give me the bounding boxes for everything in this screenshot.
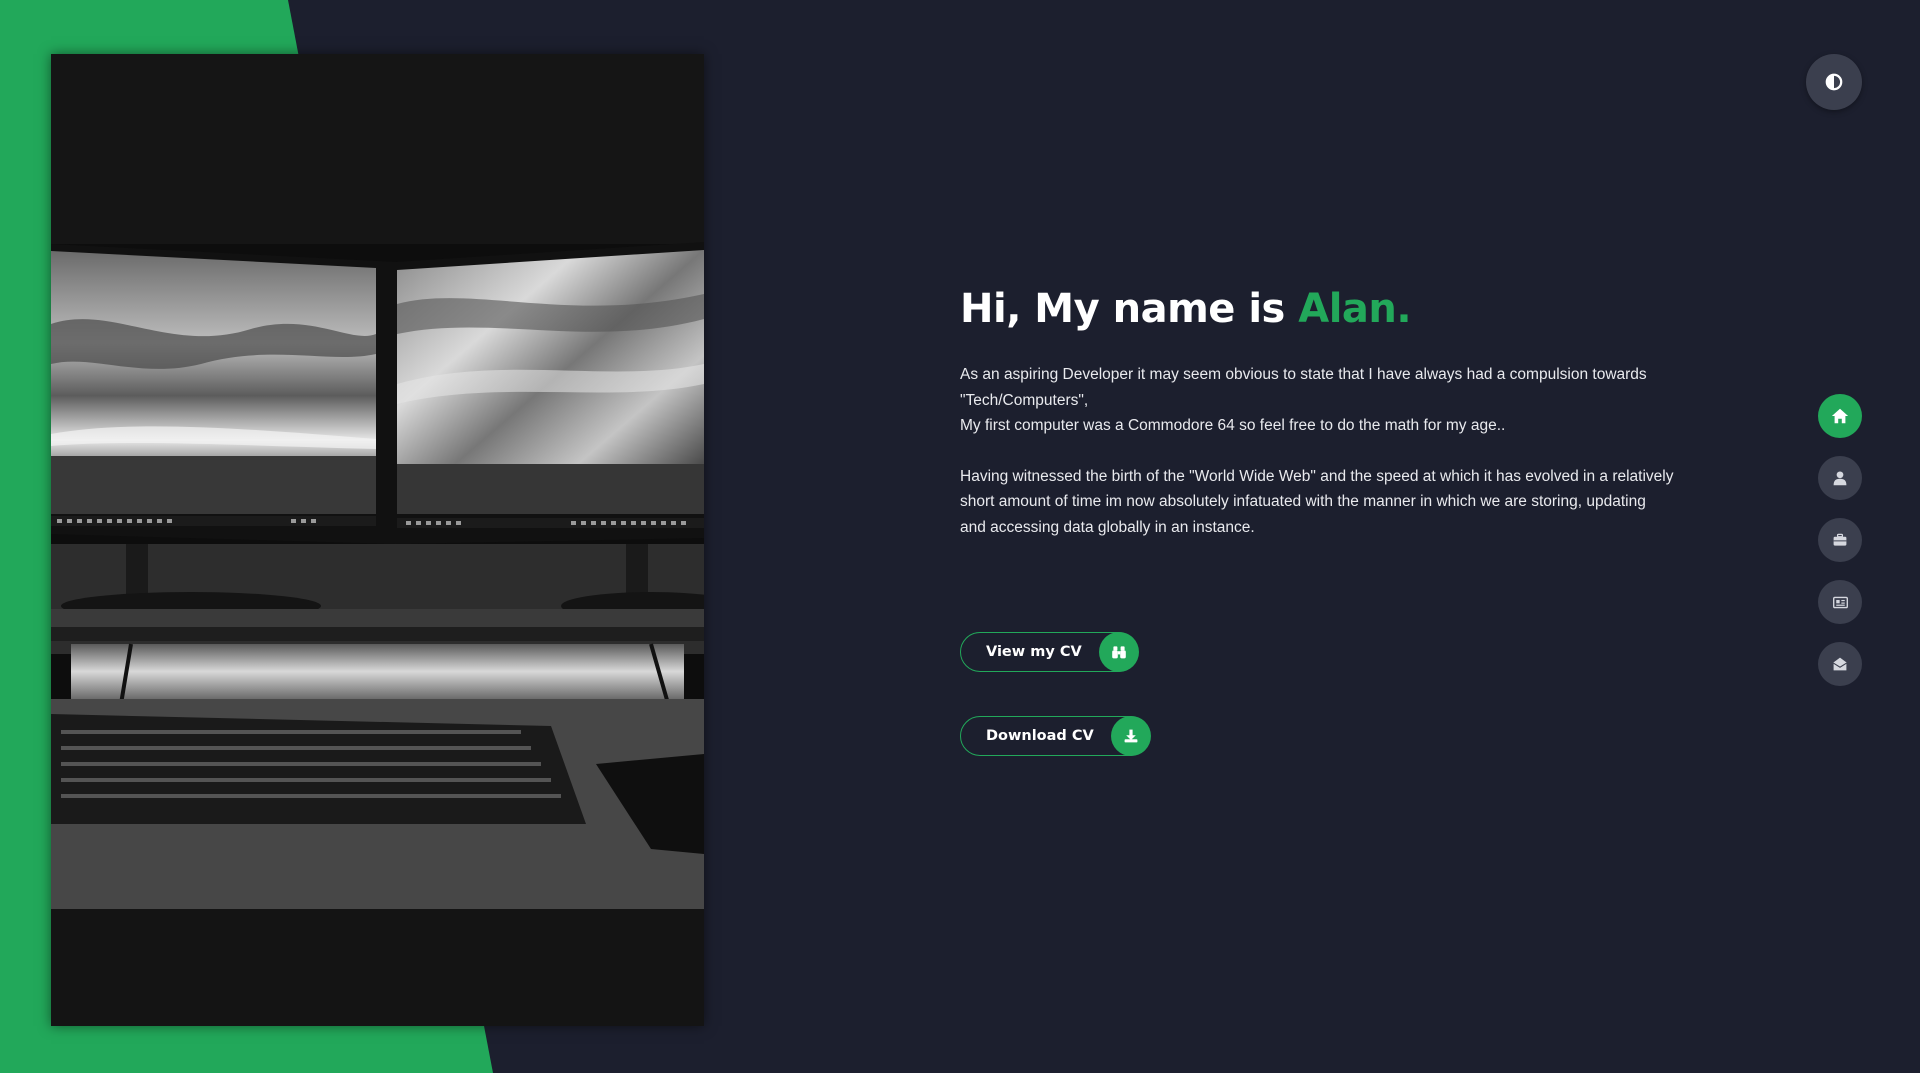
contrast-icon — [1825, 73, 1843, 91]
nav-item-contact[interactable] — [1818, 642, 1862, 686]
hero-photo — [51, 54, 704, 1026]
download-cv-button[interactable]: Download CV — [960, 715, 1151, 756]
intro-line: Having witnessed the birth of the "World… — [960, 467, 1674, 485]
hero-headline: Hi, My name is Alan. — [960, 280, 1700, 338]
newspaper-icon — [1832, 596, 1848, 608]
nav-item-home[interactable] — [1818, 394, 1862, 438]
intro-line: "Tech/Computers", — [960, 391, 1089, 409]
intro-paragraph-2: Having witnessed the birth of the "World… — [960, 464, 1700, 541]
binoculars-icon — [1098, 631, 1139, 672]
home-icon — [1831, 408, 1849, 424]
download-icon — [1110, 715, 1151, 756]
nav-item-about[interactable] — [1818, 456, 1862, 500]
briefcase-icon — [1833, 533, 1847, 546]
view-cv-button[interactable]: View my CV — [960, 631, 1139, 672]
nav-item-portfolio[interactable] — [1818, 518, 1862, 562]
view-cv-label: View my CV — [986, 644, 1082, 660]
download-cv-label: Download CV — [986, 728, 1094, 744]
intro-paragraph-1: As an aspiring Developer it may seem obv… — [960, 362, 1700, 439]
intro-line: As an aspiring Developer it may seem obv… — [960, 366, 1647, 383]
page: Hi, My name is Alan. As an aspiring Deve… — [0, 0, 1920, 1073]
hero-content: Hi, My name is Alan. As an aspiring Deve… — [960, 280, 1700, 540]
theme-toggle-button[interactable] — [1806, 54, 1862, 110]
side-navigation — [1818, 394, 1862, 704]
name-text: Alan. — [1298, 286, 1412, 332]
envelope-open-icon — [1833, 657, 1847, 671]
intro-line: My first computer was a Commodore 64 so … — [960, 417, 1506, 434]
nav-item-blog[interactable] — [1818, 580, 1862, 624]
intro-line: and accessing data globally in an instan… — [960, 518, 1255, 536]
user-icon — [1833, 471, 1847, 486]
intro-line: short amount of time im now absolutely i… — [960, 493, 1646, 510]
greeting-text: Hi, My name is — [960, 286, 1299, 332]
